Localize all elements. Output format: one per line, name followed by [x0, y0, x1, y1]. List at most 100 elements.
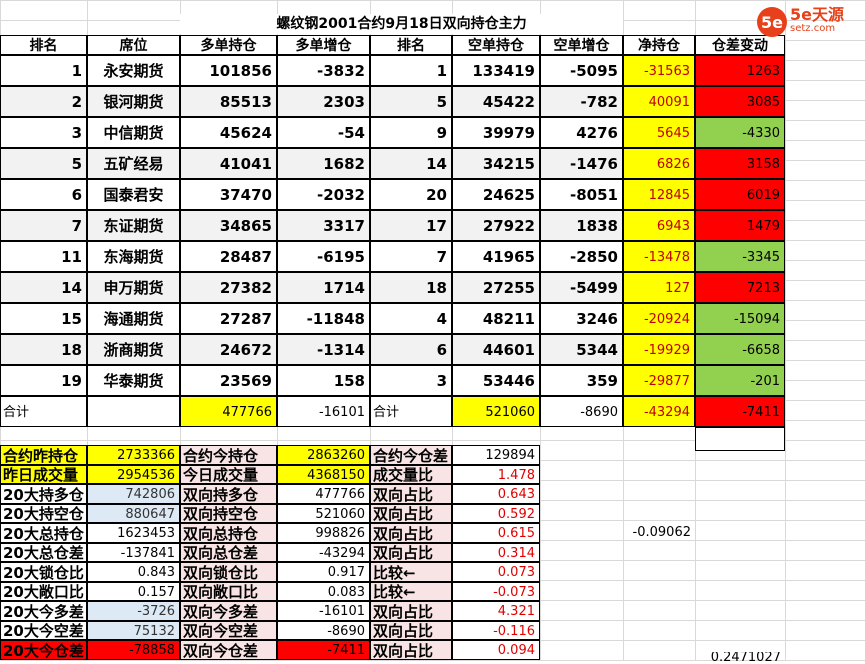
stat-label-20[interactable]: 20大持多仓: [0, 484, 87, 504]
rank-short[interactable]: 20: [370, 179, 452, 210]
short-change[interactable]: 3246: [540, 303, 623, 334]
rank-long[interactable]: 7: [0, 210, 87, 241]
net-change[interactable]: 1263: [695, 55, 785, 86]
seat-name[interactable]: 浙商期货: [87, 334, 180, 365]
stat-label-20[interactable]: 20大今空差: [0, 621, 87, 640]
rank-short[interactable]: 9: [370, 117, 452, 148]
stat-label-bidir[interactable]: 双向总仓差: [180, 543, 277, 562]
rank-short[interactable]: 1: [370, 55, 452, 86]
stat-label-ratio[interactable]: 双向占比: [370, 504, 452, 523]
total-long-change[interactable]: -16101: [277, 396, 370, 427]
short-change[interactable]: 1838: [540, 210, 623, 241]
short-position[interactable]: 34215: [452, 148, 540, 179]
net-position[interactable]: 12845: [623, 179, 695, 210]
column-header[interactable]: 排名: [370, 35, 452, 55]
short-change[interactable]: 4276: [540, 117, 623, 148]
net-change[interactable]: -3345: [695, 241, 785, 272]
stat-label-20[interactable]: 20大敞口比: [0, 582, 87, 601]
short-position[interactable]: 44601: [452, 334, 540, 365]
seat-name[interactable]: 中信期货: [87, 117, 180, 148]
stat-value-ratio[interactable]: 4.321: [452, 601, 540, 621]
net-change[interactable]: 3158: [695, 148, 785, 179]
net-position[interactable]: -13478: [623, 241, 695, 272]
total-label-short[interactable]: 合计: [370, 396, 452, 427]
stat-label-ratio[interactable]: 双向占比: [370, 640, 452, 660]
stat-value-ratio[interactable]: 0.094: [452, 640, 540, 660]
stat-label-20[interactable]: 20大总持仓: [0, 523, 87, 543]
stat-value-bidir[interactable]: 2863260: [277, 445, 370, 465]
stat-value-ratio[interactable]: 1.478: [452, 465, 540, 484]
column-header[interactable]: 多单增仓: [277, 35, 370, 55]
stat-value-20[interactable]: 2954536: [87, 465, 180, 484]
short-change[interactable]: -5095: [540, 55, 623, 86]
net-position[interactable]: -19929: [623, 334, 695, 365]
stat-label-ratio[interactable]: 双向占比: [370, 523, 452, 543]
seat-name[interactable]: 海通期货: [87, 303, 180, 334]
long-change[interactable]: -11848: [277, 303, 370, 334]
stat-label-bidir[interactable]: 双向持空仓: [180, 504, 277, 523]
long-position[interactable]: 23569: [180, 365, 277, 396]
stat-label-bidir[interactable]: 今日成交量: [180, 465, 277, 484]
long-position[interactable]: 85513: [180, 86, 277, 117]
stat-value-ratio[interactable]: 129894: [452, 445, 540, 465]
column-header[interactable]: 多单持仓: [180, 35, 277, 55]
stat-label-ratio[interactable]: 双向占比: [370, 543, 452, 562]
stat-label-20[interactable]: 20大今仓差: [0, 640, 87, 660]
rank-long[interactable]: 15: [0, 303, 87, 334]
sheet-title[interactable]: 螺纹钢2001合约9月18日双向持仓主力: [180, 14, 623, 34]
short-position[interactable]: 24625: [452, 179, 540, 210]
stat-value-bidir[interactable]: -16101: [277, 601, 370, 621]
net-change[interactable]: 6019: [695, 179, 785, 210]
rank-long[interactable]: 3: [0, 117, 87, 148]
rank-long[interactable]: 19: [0, 365, 87, 396]
stat-value-20[interactable]: 1623453: [87, 523, 180, 543]
short-change[interactable]: 5344: [540, 334, 623, 365]
net-position[interactable]: -20924: [623, 303, 695, 334]
net-position[interactable]: 40091: [623, 86, 695, 117]
column-header[interactable]: 排名: [0, 35, 87, 55]
total-long[interactable]: 477766: [180, 396, 277, 427]
rank-long[interactable]: 14: [0, 272, 87, 303]
stat-value-ratio[interactable]: -0.073: [452, 582, 540, 601]
net-position[interactable]: -29877: [623, 365, 695, 396]
stat-label-bidir[interactable]: 双向总持仓: [180, 523, 277, 543]
stat-label-bidir[interactable]: 双向持多仓: [180, 484, 277, 504]
net-change[interactable]: -15094: [695, 303, 785, 334]
seat-name[interactable]: 东海期货: [87, 241, 180, 272]
seat-name[interactable]: 永安期货: [87, 55, 180, 86]
rank-long[interactable]: 5: [0, 148, 87, 179]
stat-value-20[interactable]: 0.157: [87, 582, 180, 601]
stat-value-bidir[interactable]: 998826: [277, 523, 370, 543]
rank-short[interactable]: 18: [370, 272, 452, 303]
total-short[interactable]: 521060: [452, 396, 540, 427]
net-change[interactable]: -201: [695, 365, 785, 396]
net-change[interactable]: -6658: [695, 334, 785, 365]
stat-label-ratio[interactable]: 比较←: [370, 562, 452, 582]
blank-cell[interactable]: [695, 427, 785, 451]
seat-name[interactable]: 申万期货: [87, 272, 180, 303]
stat-label-20[interactable]: 20大锁仓比: [0, 562, 87, 582]
rank-short[interactable]: 4: [370, 303, 452, 334]
stat-label-bidir[interactable]: 双向今多差: [180, 601, 277, 621]
stat-label-ratio[interactable]: 双向占比: [370, 484, 452, 504]
long-position[interactable]: 28487: [180, 241, 277, 272]
rank-short[interactable]: 3: [370, 365, 452, 396]
column-header[interactable]: 空单持仓: [452, 35, 540, 55]
net-position[interactable]: 5645: [623, 117, 695, 148]
stat-value-ratio[interactable]: 0.643: [452, 484, 540, 504]
stat-value-20[interactable]: -137841: [87, 543, 180, 562]
net-change[interactable]: 3085: [695, 86, 785, 117]
long-change[interactable]: -2032: [277, 179, 370, 210]
stat-label-ratio[interactable]: 合约今仓差: [370, 445, 452, 465]
rank-long[interactable]: 1: [0, 55, 87, 86]
long-change[interactable]: 158: [277, 365, 370, 396]
stat-label-ratio[interactable]: 双向占比: [370, 621, 452, 640]
stat-value-bidir[interactable]: -8690: [277, 621, 370, 640]
total-short-change[interactable]: -8690: [540, 396, 623, 427]
seat-name[interactable]: 银河期货: [87, 86, 180, 117]
stat-value-ratio[interactable]: 0.615: [452, 523, 540, 543]
seat-name[interactable]: 五矿经易: [87, 148, 180, 179]
long-position[interactable]: 34865: [180, 210, 277, 241]
rank-long[interactable]: 18: [0, 334, 87, 365]
rank-long[interactable]: 6: [0, 179, 87, 210]
